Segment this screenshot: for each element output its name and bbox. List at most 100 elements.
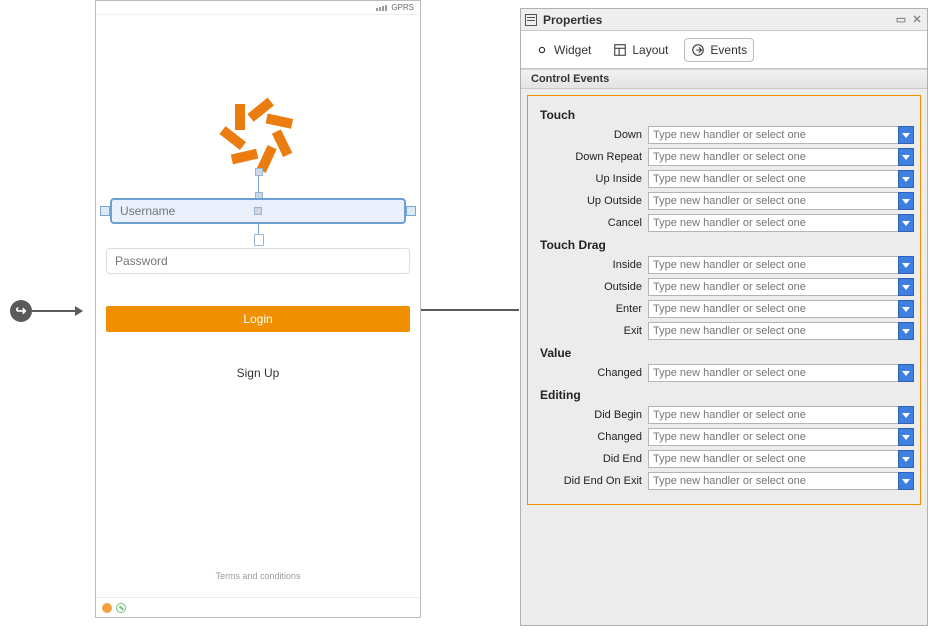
chevron-down-icon[interactable] — [898, 170, 914, 188]
chevron-down-icon[interactable] — [898, 428, 914, 446]
properties-panel: Properties ▭ ✕ Widget Layout Events Cont… — [520, 8, 928, 626]
event-handler-input[interactable] — [648, 256, 898, 274]
events-icon — [691, 43, 705, 57]
event-handler-combo[interactable] — [648, 472, 914, 490]
event-handler-combo[interactable] — [648, 256, 914, 274]
event-handler-input[interactable] — [648, 170, 898, 188]
layout-icon — [613, 43, 627, 57]
entry-arrow: ↪ — [10, 300, 82, 322]
event-row: Down Repeat — [534, 148, 914, 166]
username-field-selected[interactable] — [106, 198, 410, 224]
event-handler-combo[interactable] — [648, 148, 914, 166]
event-label: Exit — [534, 325, 642, 337]
event-label: Down — [534, 129, 642, 141]
event-label: Up Outside — [534, 195, 642, 207]
event-handler-combo[interactable] — [648, 322, 914, 340]
control-events-title: Control Events — [531, 73, 609, 85]
tab-events[interactable]: Events — [684, 38, 754, 62]
event-label: Outside — [534, 281, 642, 293]
chevron-down-icon[interactable] — [898, 278, 914, 296]
link-icon — [535, 43, 549, 57]
event-label: Changed — [534, 431, 642, 443]
chevron-down-icon[interactable] — [898, 214, 914, 232]
event-handler-input[interactable] — [648, 322, 898, 340]
layout-guide-vertical — [258, 170, 259, 198]
event-handler-input[interactable] — [648, 148, 898, 166]
event-handler-combo[interactable] — [648, 170, 914, 188]
chevron-down-icon[interactable] — [898, 256, 914, 274]
chevron-down-icon[interactable] — [898, 450, 914, 468]
event-handler-combo[interactable] — [648, 192, 914, 210]
event-handler-input[interactable] — [648, 364, 898, 382]
event-handler-input[interactable] — [648, 192, 898, 210]
event-handler-combo[interactable] — [648, 428, 914, 446]
chevron-down-icon[interactable] — [898, 472, 914, 490]
event-group-title: Touch — [540, 108, 914, 122]
event-row: Down — [534, 126, 914, 144]
selection-handle-center[interactable] — [254, 207, 262, 215]
layout-guide-lock — [258, 224, 259, 240]
event-row: Up Outside — [534, 192, 914, 210]
event-row: Up Inside — [534, 170, 914, 188]
connector-line — [421, 309, 519, 311]
event-handler-input[interactable] — [648, 126, 898, 144]
events-body: Touch Down Down Repeat Up Inside Up Outside C… — [521, 89, 927, 625]
signal-icon — [376, 5, 387, 11]
password-input[interactable] — [106, 248, 410, 274]
phone-statusbar: GPRS — [96, 1, 420, 15]
chevron-down-icon[interactable] — [898, 322, 914, 340]
panel-close-button[interactable]: ✕ — [911, 14, 923, 26]
event-row: Enter — [534, 300, 914, 318]
event-handler-input[interactable] — [648, 428, 898, 446]
event-label: Did End On Exit — [534, 475, 642, 487]
event-label: Did Begin — [534, 409, 642, 421]
panel-tabs: Widget Layout Events — [521, 31, 927, 69]
event-handler-input[interactable] — [648, 300, 898, 318]
chevron-down-icon[interactable] — [898, 406, 914, 424]
event-handler-combo[interactable] — [648, 214, 914, 232]
panel-titlebar: Properties ▭ ✕ — [521, 9, 927, 31]
login-button[interactable]: Login — [106, 306, 410, 332]
signup-link[interactable]: Sign Up — [237, 366, 280, 380]
chevron-down-icon[interactable] — [898, 300, 914, 318]
event-label: Up Inside — [534, 173, 642, 185]
terms-link[interactable]: Terms and conditions — [215, 571, 300, 581]
event-handler-input[interactable] — [648, 406, 898, 424]
event-group-title: Value — [540, 346, 914, 360]
selection-handle-left[interactable] — [100, 206, 110, 216]
chevron-down-icon[interactable] — [898, 364, 914, 382]
network-label: GPRS — [391, 3, 414, 12]
event-handler-combo[interactable] — [648, 406, 914, 424]
control-events-header: Control Events — [521, 69, 927, 89]
event-handler-input[interactable] — [648, 450, 898, 468]
tab-widget-label: Widget — [554, 43, 591, 57]
chevron-down-icon[interactable] — [898, 126, 914, 144]
event-handler-combo[interactable] — [648, 126, 914, 144]
app-logo — [223, 100, 293, 170]
chevron-down-icon[interactable] — [898, 148, 914, 166]
phone-canvas: GPRS Login Sign Up Terms and conditions — [95, 0, 421, 618]
ok-dot-icon[interactable] — [116, 603, 126, 613]
tab-layout[interactable]: Layout — [607, 39, 674, 61]
warning-dot-icon[interactable] — [102, 603, 112, 613]
selection-handle-right[interactable] — [406, 206, 416, 216]
event-label: Inside — [534, 259, 642, 271]
event-handler-input[interactable] — [648, 472, 898, 490]
event-handler-combo[interactable] — [648, 278, 914, 296]
tab-widget[interactable]: Widget — [529, 39, 597, 61]
event-label: Did End — [534, 453, 642, 465]
panel-minimize-button[interactable]: ▭ — [895, 14, 907, 26]
event-handler-input[interactable] — [648, 214, 898, 232]
tab-events-label: Events — [710, 43, 747, 57]
event-handler-combo[interactable] — [648, 450, 914, 468]
event-label: Cancel — [534, 217, 642, 229]
events-groups: Touch Down Down Repeat Up Inside Up Outside C… — [527, 95, 921, 505]
event-label: Down Repeat — [534, 151, 642, 163]
panel-title: Properties — [543, 13, 602, 27]
chevron-down-icon[interactable] — [898, 192, 914, 210]
entry-arrow-circle: ↪ — [10, 300, 32, 322]
phone-footer — [96, 597, 420, 617]
event-handler-combo[interactable] — [648, 364, 914, 382]
event-handler-combo[interactable] — [648, 300, 914, 318]
event-handler-input[interactable] — [648, 278, 898, 296]
